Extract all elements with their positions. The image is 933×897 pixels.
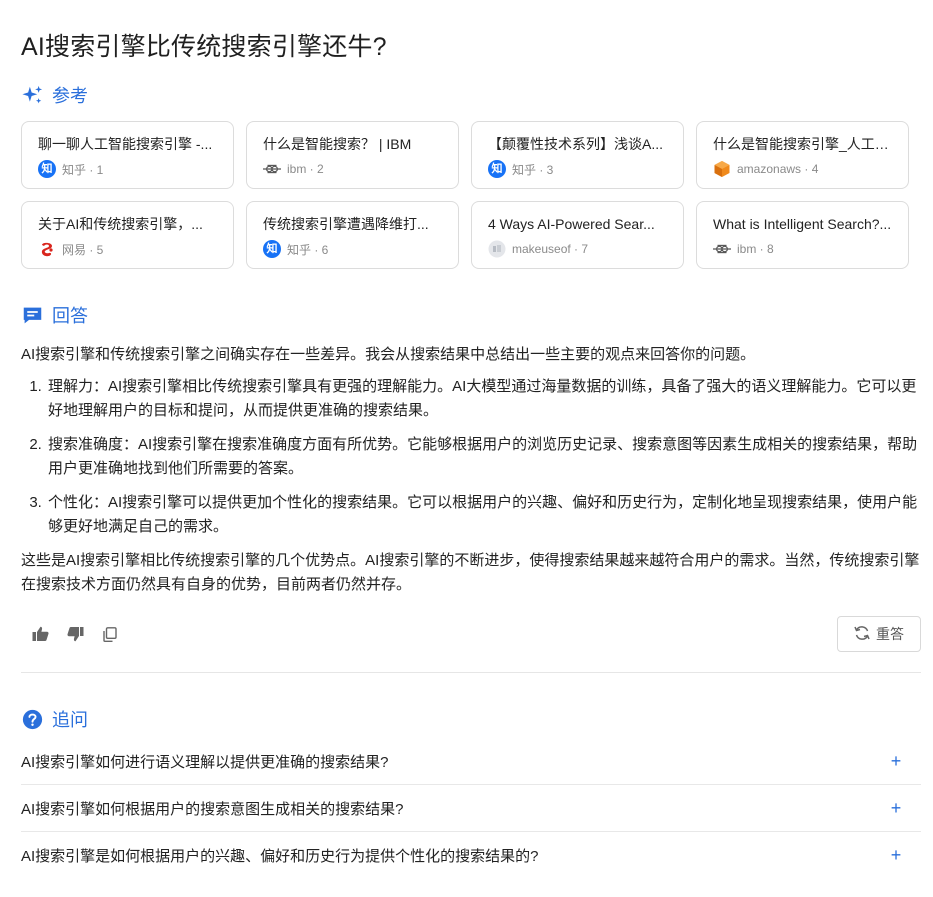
makeuseof-icon bbox=[488, 240, 506, 258]
reference-card-title: 什么是智能搜索引擎_人工智... bbox=[713, 136, 893, 152]
aws-cube-icon bbox=[713, 160, 731, 178]
reference-card-source: ibm · 2 bbox=[287, 162, 324, 176]
reference-card-title: 传统搜索引擎遭遇降维打... bbox=[263, 216, 429, 232]
reference-card-title: 聊一聊人工智能搜索引擎 -... bbox=[38, 136, 213, 152]
answer-heading: 回答 bbox=[22, 302, 88, 328]
answer-conclusion: 这些是AI搜索引擎相比传统搜索引擎的几个优势点。AI搜索引擎的不断进步，使得搜索… bbox=[21, 552, 920, 593]
question-circle-icon bbox=[22, 709, 43, 730]
sparkle-icon bbox=[22, 85, 43, 106]
zhihu-icon: 知 bbox=[488, 160, 506, 178]
reference-card-3[interactable]: 【颠覆性技术系列】浅谈A... 知 知乎 · 3 bbox=[471, 121, 684, 189]
reference-card-source: makeuseof · 7 bbox=[512, 242, 589, 256]
reference-card-title: What is Intelligent Search?... bbox=[713, 216, 892, 232]
plus-icon[interactable]: + bbox=[887, 845, 905, 866]
zhihu-icon: 知 bbox=[38, 160, 56, 178]
followup-question: AI搜索引擎如何根据用户的搜索意图生成相关的搜索结果? bbox=[21, 800, 404, 818]
refresh-icon bbox=[854, 625, 870, 644]
followup-question: AI搜索引擎如何进行语义理解以提供更准确的搜索结果? bbox=[21, 753, 389, 771]
reference-card-title: 4 Ways AI-Powered Sear... bbox=[488, 216, 655, 232]
reference-card-source: 知乎 · 6 bbox=[287, 242, 329, 257]
reference-card-title: 【颠覆性技术系列】浅谈A... bbox=[488, 136, 664, 152]
answer-point: 理解力：AI搜索引擎相比传统搜索引擎具有更强的理解能力。AI大模型通过海量数据的… bbox=[46, 375, 921, 423]
followups-heading: 追问 bbox=[22, 706, 88, 732]
followup-item[interactable]: AI搜索引擎如何根据用户的搜索意图生成相关的搜索结果? + bbox=[21, 785, 921, 832]
section-divider bbox=[21, 672, 921, 673]
reference-card-grid: 聊一聊人工智能搜索引擎 -... 知 知乎 · 1 什么是智能搜索？ | IBM… bbox=[21, 121, 921, 269]
followup-list: AI搜索引擎如何进行语义理解以提供更准确的搜索结果? + AI搜索引擎如何根据用… bbox=[21, 738, 921, 879]
regenerate-label: 重答 bbox=[876, 626, 904, 642]
followups-heading-label: 追问 bbox=[52, 710, 88, 730]
reference-card-title: 关于AI和传统搜索引擎，... bbox=[38, 216, 203, 232]
answer-points: 理解力：AI搜索引擎相比传统搜索引擎具有更强的理解能力。AI大模型通过海量数据的… bbox=[21, 375, 921, 539]
answer-intro: AI搜索引擎和传统搜索引擎之间确实存在一些差异。我会从搜索结果中总结出一些主要的… bbox=[21, 346, 756, 363]
followup-item[interactable]: AI搜索引擎是如何根据用户的兴趣、偏好和历史行为提供个性化的搜索结果的? + bbox=[21, 832, 921, 879]
copy-icon[interactable] bbox=[101, 625, 119, 643]
reference-card-8[interactable]: What is Intelligent Search?... ibm · 8 bbox=[696, 201, 909, 269]
reference-card-2[interactable]: 什么是智能搜索？ | IBM ibm · 2 bbox=[246, 121, 459, 189]
reference-card-source: amazonaws · 4 bbox=[737, 162, 819, 176]
ibm-icon bbox=[713, 240, 731, 258]
plus-icon[interactable]: + bbox=[887, 751, 905, 772]
reference-card-4[interactable]: 什么是智能搜索引擎_人工智... amazonaws · 4 bbox=[696, 121, 909, 189]
reference-card-source: 网易 · 5 bbox=[62, 242, 104, 257]
reference-card-1[interactable]: 聊一聊人工智能搜索引擎 -... 知 知乎 · 1 bbox=[21, 121, 234, 189]
reference-card-source: 知乎 · 3 bbox=[512, 162, 554, 177]
reference-card-6[interactable]: 传统搜索引擎遭遇降维打... 知 知乎 · 6 bbox=[246, 201, 459, 269]
reference-card-title: 什么是智能搜索？ | IBM bbox=[263, 136, 412, 152]
answer-body: AI搜索引擎和传统搜索引擎之间确实存在一些差异。我会从搜索结果中总结出一些主要的… bbox=[21, 343, 921, 597]
followup-item[interactable]: AI搜索引擎如何进行语义理解以提供更准确的搜索结果? + bbox=[21, 738, 921, 785]
answer-point: 个性化：AI搜索引擎可以提供更加个性化的搜索结果。它可以根据用户的兴趣、偏好和历… bbox=[46, 491, 921, 539]
answer-point: 搜索准确度：AI搜索引擎在搜索准确度方面有所优势。它能够根据用户的浏览历史记录、… bbox=[46, 433, 921, 481]
reference-card-source: 知乎 · 1 bbox=[62, 162, 104, 177]
references-heading-label: 参考 bbox=[52, 86, 88, 106]
followup-question: AI搜索引擎是如何根据用户的兴趣、偏好和历史行为提供个性化的搜索结果的? bbox=[21, 848, 539, 865]
reference-card-5[interactable]: 关于AI和传统搜索引擎，... 网易 · 5 bbox=[21, 201, 234, 269]
zhihu-icon: 知 bbox=[263, 240, 281, 258]
netease-icon bbox=[38, 240, 56, 258]
regenerate-button[interactable]: 重答 bbox=[837, 616, 921, 652]
thumbs-up-icon[interactable] bbox=[31, 625, 49, 643]
page-title: AI搜索引擎比传统搜索引擎还牛? bbox=[21, 33, 387, 61]
plus-icon[interactable]: + bbox=[887, 798, 905, 819]
references-heading: 参考 bbox=[22, 82, 88, 108]
reference-card-source: ibm · 8 bbox=[737, 242, 774, 256]
thumbs-down-icon[interactable] bbox=[66, 625, 84, 643]
answer-heading-label: 回答 bbox=[52, 306, 88, 326]
ibm-icon bbox=[263, 160, 281, 178]
reference-card-7[interactable]: 4 Ways AI-Powered Sear... makeuseof · 7 bbox=[471, 201, 684, 269]
answer-actions: 重答 bbox=[21, 616, 921, 652]
chat-bubble-icon bbox=[22, 305, 43, 326]
